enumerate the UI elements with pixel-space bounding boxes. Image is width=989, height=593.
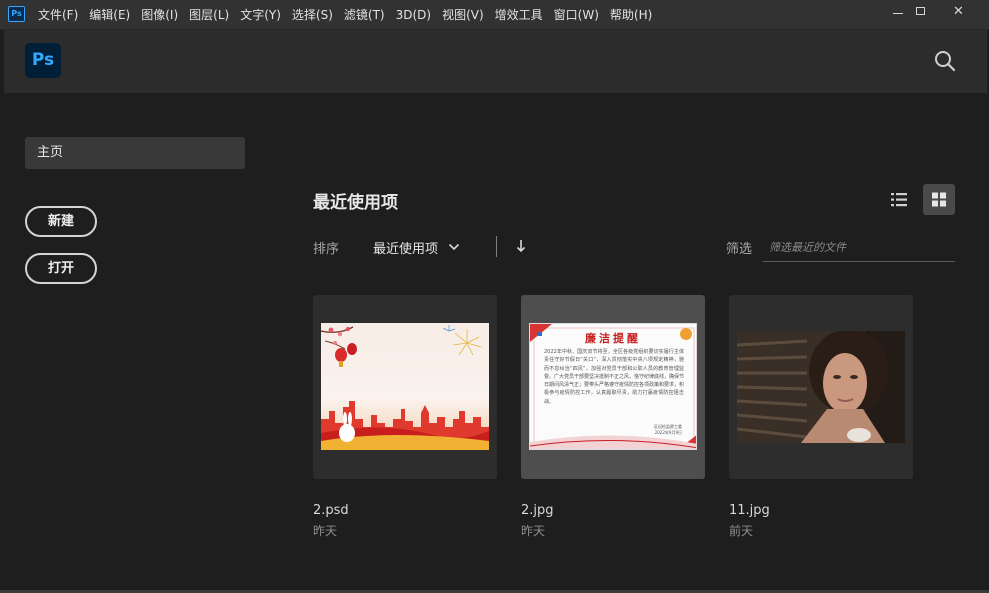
list-view-icon <box>891 193 907 207</box>
recent-file-card[interactable] <box>313 295 497 479</box>
sort-dropdown[interactable]: 最近使用项 <box>373 236 460 258</box>
menu-3d[interactable]: 3D(D) <box>396 8 431 22</box>
file-name[interactable]: 11.jpg <box>729 503 770 518</box>
signature-date: 2022年9月9日 <box>654 430 682 435</box>
grid-view-icon <box>932 192 946 207</box>
menu-items: 文件(F) 编辑(E) 图像(I) 图层(L) 文字(Y) 选择(S) 滤镜(T… <box>38 0 652 29</box>
search-icon[interactable] <box>934 50 956 72</box>
menu-type[interactable]: 文字(Y) <box>240 6 281 23</box>
menu-filter[interactable]: 滤镜(T) <box>344 6 385 23</box>
menu-window[interactable]: 窗口(W) <box>554 6 599 23</box>
menu-help[interactable]: 帮助(H) <box>610 6 652 23</box>
menu-view[interactable]: 视图(V) <box>442 6 484 23</box>
filter-label: 筛选 <box>726 242 753 257</box>
file-name[interactable]: 2.jpg <box>521 503 554 518</box>
menu-layer[interactable]: 图层(L) <box>189 6 229 23</box>
menu-image[interactable]: 图像(I) <box>141 6 178 23</box>
close-button[interactable]: ✕ <box>942 3 979 21</box>
sort-value: 最近使用项 <box>373 241 439 257</box>
document-signature: 区纪检监察工委 2022年9月9日 <box>654 424 682 436</box>
list-view-button[interactable] <box>884 184 915 215</box>
sidebar-item-home[interactable]: 主页 <box>25 137 245 169</box>
menu-select[interactable]: 选择(S) <box>292 6 333 23</box>
arrow-down-icon[interactable] <box>514 238 528 254</box>
close-icon: ✕ <box>953 4 964 19</box>
file-thumbnail <box>737 331 905 443</box>
file-date: 昨天 <box>521 524 546 538</box>
recent-file-card[interactable]: 廉洁提醒 2022年中秋、国庆双节将至，全区各级党组织要切实履行主体责任守好节假… <box>521 295 705 479</box>
menu-edit[interactable]: 编辑(E) <box>89 6 130 23</box>
file-name[interactable]: 2.psd <box>313 503 349 518</box>
chevron-down-icon <box>448 243 460 251</box>
open-file-button[interactable]: 打开 <box>25 253 97 284</box>
file-date: 昨天 <box>313 524 338 538</box>
file-thumbnail: 廉洁提醒 2022年中秋、国庆双节将至，全区各级党组织要切实履行主体责任守好节假… <box>529 323 697 450</box>
file-date: 前天 <box>729 524 754 538</box>
file-thumbnail <box>321 323 489 450</box>
document-body: 2022年中秋、国庆双节将至，全区各级党组织要切实履行主体责任守好节假日“关口”… <box>544 349 684 405</box>
photoshop-app-icon[interactable]: Ps <box>8 6 25 22</box>
photoshop-logo: Ps <box>25 43 61 78</box>
new-file-button[interactable]: 新建 <box>25 206 97 237</box>
sort-label: 排序 <box>313 242 340 257</box>
recent-file-card[interactable] <box>729 295 913 479</box>
filter-input[interactable] <box>763 234 955 262</box>
divider <box>496 236 497 257</box>
maximize-button[interactable] <box>903 3 940 21</box>
page-title: 最近使用项 <box>313 193 398 213</box>
menu-bar: Ps 文件(F) 编辑(E) 图像(I) 图层(L) 文字(Y) 选择(S) 滤… <box>0 0 989 30</box>
menu-file[interactable]: 文件(F) <box>38 6 78 23</box>
grid-view-button[interactable] <box>923 184 955 215</box>
menu-plugins[interactable]: 增效工具 <box>495 6 543 23</box>
document-title: 廉洁提醒 <box>585 332 641 345</box>
home-header: Ps <box>4 30 987 93</box>
